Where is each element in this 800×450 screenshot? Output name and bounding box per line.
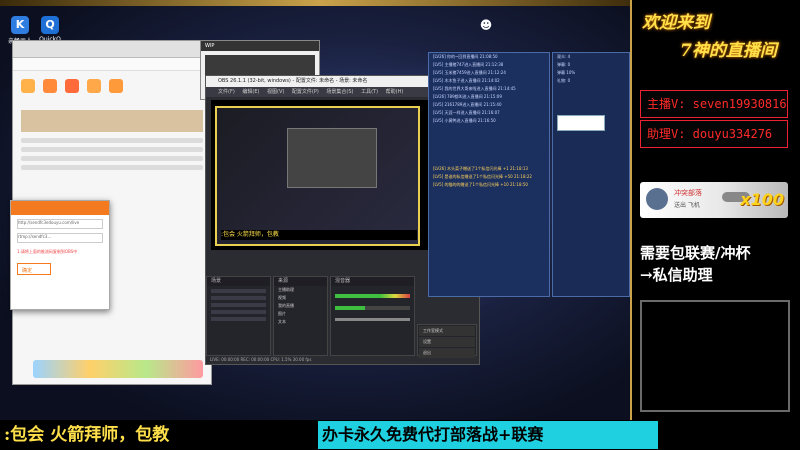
sources-header: 来源 [274, 277, 327, 286]
list-item[interactable] [211, 303, 266, 307]
gift-sender-avatar [646, 188, 668, 210]
promo-line-1: 需要包联赛/冲杯 [640, 244, 751, 262]
chat-line: [LV26] 你的~回到直播间 21:08:50 [433, 54, 498, 59]
gift-count: x100 [740, 190, 784, 209]
source-item[interactable]: 我的直播 [274, 302, 327, 310]
source-item[interactable]: 图片 [274, 310, 327, 318]
gift-subtitle: 送出 飞机 [674, 202, 700, 209]
welcome-banner: 欢迎来到 7神的直播间 [640, 6, 798, 64]
chat-line: [LV5] 天涯一样进入直播间 21:16:07 [433, 110, 500, 115]
mixer-panel[interactable]: 混音器 [330, 276, 415, 356]
chat-line: [LV5] 2161789进入直播间 21:15:40 [433, 102, 502, 107]
chat-line: [LV5] 小黄鸭进入直播间 21:16:50 [433, 118, 496, 123]
chat-line: [LV5] 主播猪747进入直播间 21:12:38 [433, 62, 504, 67]
list-item[interactable] [211, 310, 266, 314]
mask-icon: ☻ [479, 18, 493, 32]
browser-address-bar[interactable] [13, 58, 211, 71]
kugou-icon: K [11, 16, 29, 34]
sources-panel[interactable]: 来源 主播助理 视频 我的直播 图片 文本 [273, 276, 328, 356]
controls-panel: 工作室模式 设置 退出 [417, 324, 477, 358]
preview-capture-frame: :包会 火箭拜师，包教 [215, 106, 420, 246]
danmaku-chat-panel: [LV26] 你的~回到直播间 21:08:50 [LV5] 主播猪747进入直… [428, 52, 550, 297]
gift-notification: 冲突部落 送出 飞机 x100 [640, 182, 788, 218]
desktop-icon-quickq[interactable]: Q QuickQ [36, 16, 64, 43]
nav-app-icon[interactable] [109, 79, 123, 93]
banner-image[interactable] [21, 110, 203, 132]
nav-app-icon[interactable] [87, 79, 101, 93]
chat-line: [LV5] 我的世界大哥来啦进入直播间 21:14:45 [433, 86, 516, 91]
promo-text: 需要包联赛/冲杯 →私信助理 [640, 242, 790, 290]
source-item[interactable]: 视频 [274, 294, 327, 302]
obs-status-bar: LIVE: 00:00:00 REC: 00:00:00 CPU: 1.5% 3… [210, 357, 312, 362]
list-item[interactable] [21, 138, 203, 143]
chat-gift-line: [LV5] 的猫的的赠送了1个私信闪光棒 +10 21:18:50 [433, 182, 528, 187]
webcam-frame [640, 300, 790, 412]
stat-viewers: 观众: 4 [557, 54, 571, 59]
quickq-icon: Q [41, 16, 59, 34]
nav-app-icon[interactable] [21, 79, 35, 93]
chat-line: [LV5] 玉米猪7459进入直播间 21:12:24 [433, 70, 506, 75]
dialog-note: 1.请将上面的推流码复制到OBS中 [17, 249, 78, 254]
browser-tabbar[interactable] [13, 41, 211, 58]
gift-preview-thumb [557, 115, 605, 131]
list-item[interactable] [211, 296, 266, 300]
chat-gift-line: [LV26] 木头菜子赠送了1个私信闪光棒 +1 21:18:13 [433, 166, 528, 171]
list-item[interactable] [21, 165, 203, 170]
scenes-panel[interactable]: 场景 [206, 276, 271, 356]
welcome-line-1: 欢迎来到 [642, 13, 710, 33]
source-item[interactable]: 文本 [274, 318, 327, 326]
volume-slider[interactable] [335, 318, 410, 321]
settings-button[interactable]: 设置 [419, 337, 475, 347]
list-item[interactable] [211, 317, 266, 321]
chat-gift-line: [LV5] 是谁的私信赠送了1个私信闪光棒 +50 21:18:22 [433, 174, 532, 179]
chat-line: [LV26] 789都叫进入直播间 21:15:09 [433, 94, 502, 99]
stat-rate: 弹幕 10% [557, 70, 576, 75]
dialog-titlebar [11, 201, 109, 215]
promo-line-2: →私信助理 [640, 266, 713, 284]
assistant-contact: 助理V: douyu334276 [640, 120, 788, 148]
gift-title: 冲突部落 [674, 189, 702, 197]
host-contact: 主播V: seven19930816 [640, 90, 788, 118]
game-banner-row[interactable] [33, 360, 203, 378]
nav-app-icon[interactable] [65, 79, 79, 93]
audio-meter [335, 306, 410, 310]
nested-obs-window [287, 128, 377, 188]
dialog-confirm-label: 确定 [22, 268, 33, 274]
frame-top-border [0, 0, 640, 6]
list-item[interactable] [21, 156, 203, 161]
chat-line: [LV5] 木木鱼子进入直播间 21:14:02 [433, 78, 500, 83]
mixer-header: 混音器 [331, 277, 414, 286]
nav-app-icon[interactable] [43, 79, 57, 93]
chat-gap [429, 125, 549, 165]
stream-key-dialog: http://sendfc3edouyu.com/live rtmp://sen… [10, 200, 110, 310]
list-item[interactable] [21, 147, 203, 152]
ticker-scrolling-text: :包会 火箭拜师，包教 [4, 425, 170, 445]
stat-gifts: 礼物: 0 [557, 78, 571, 83]
dialog-confirm-button[interactable]: 确定 [17, 263, 51, 275]
stream-key-field[interactable]: rtmp://sendfc3... [17, 233, 103, 243]
server-url-field[interactable]: http://sendfc3edouyu.com/live [17, 219, 103, 229]
scenes-header: 场景 [207, 277, 270, 286]
chat-stats-panel: 观众: 4 弹幕: 0 弹幕 10% 礼物: 0 [552, 52, 630, 297]
small-window-title: WIP [201, 41, 319, 51]
list-item[interactable] [211, 289, 266, 293]
welcome-line-2: 7神的直播间 [680, 41, 777, 61]
source-item[interactable]: 主播助理 [274, 286, 327, 294]
preview-ticker: :包会 火箭拜师，包教 [221, 230, 417, 240]
stat-danmaku: 弹幕: 0 [557, 62, 571, 67]
studio-mode-button[interactable]: 工作室模式 [419, 326, 475, 336]
audio-meter [335, 294, 410, 298]
ticker-highlight-box: 办卡永久免费代打部落战+联赛 [318, 421, 658, 449]
